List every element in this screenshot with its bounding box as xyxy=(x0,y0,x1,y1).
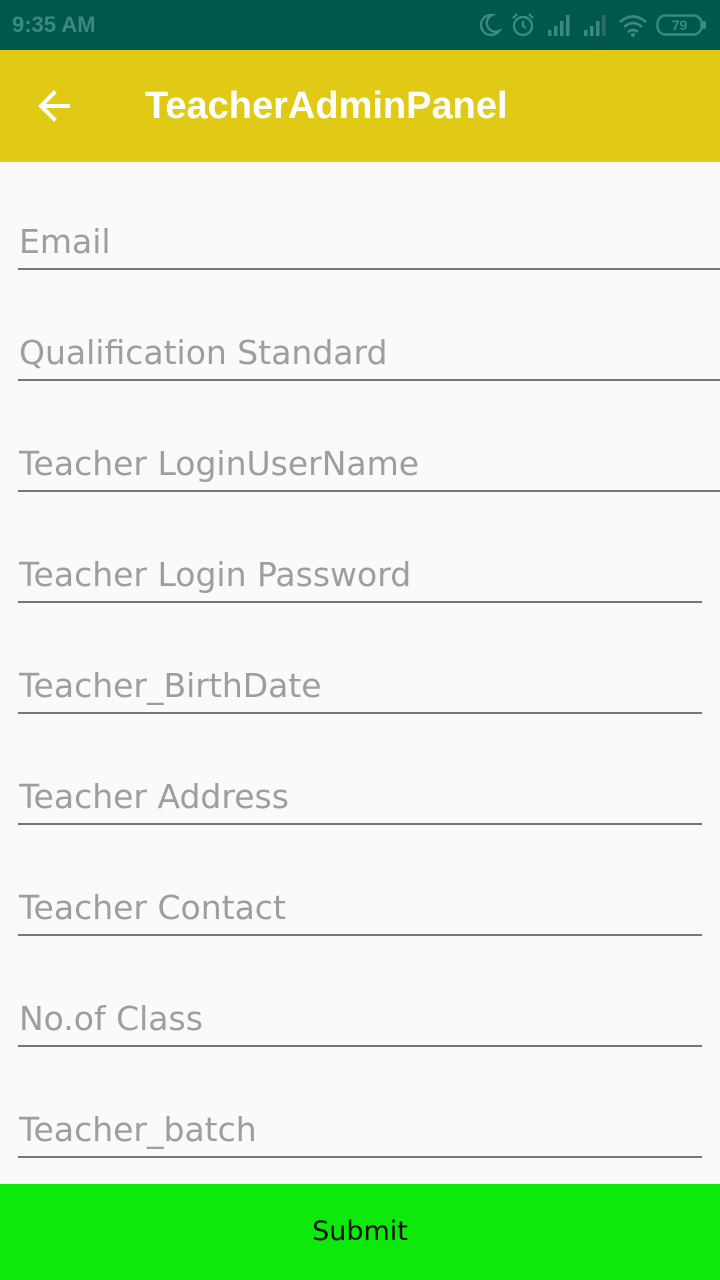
teacher-birthdate-field[interactable] xyxy=(18,658,702,714)
email-field-container xyxy=(18,214,720,274)
login-password-field-container xyxy=(18,547,702,607)
teacher-address-field[interactable] xyxy=(18,769,702,825)
back-button[interactable] xyxy=(24,76,84,136)
alarm-icon xyxy=(512,13,534,37)
battery-level: 79 xyxy=(672,17,688,33)
submit-button[interactable]: Submit xyxy=(0,1184,720,1280)
qualification-field-container xyxy=(18,325,720,385)
birthdate-field-container xyxy=(18,658,702,718)
wifi-icon xyxy=(619,15,647,37)
arrow-back-icon xyxy=(38,90,70,122)
status-time: 9:35 AM xyxy=(12,12,96,37)
address-field-container xyxy=(18,769,702,829)
page-title: TeacherAdminPanel xyxy=(145,85,508,127)
status-bar: 9:35 AM 79 xyxy=(0,0,720,50)
battery-icon: 79 xyxy=(656,14,706,36)
app-bar: TeacherAdminPanel xyxy=(0,50,720,162)
login-username-field-container xyxy=(18,436,720,496)
class-count-field-container xyxy=(18,991,702,1051)
moon-icon xyxy=(479,13,502,37)
no-of-class-field[interactable] xyxy=(18,991,702,1047)
signal-icon xyxy=(548,15,570,36)
contact-field-container xyxy=(18,880,702,940)
teacher-batch-field[interactable] xyxy=(18,1102,702,1158)
batch-field-container xyxy=(18,1102,702,1162)
teacher-contact-field[interactable] xyxy=(18,880,702,936)
email-field[interactable] xyxy=(18,214,720,270)
teacher-login-password-field[interactable] xyxy=(18,547,702,603)
teacher-login-username-field[interactable] xyxy=(18,436,720,492)
qualification-standard-field[interactable] xyxy=(18,325,720,381)
status-icons: 79 xyxy=(478,12,708,38)
signal-icon-secondary xyxy=(584,15,606,36)
